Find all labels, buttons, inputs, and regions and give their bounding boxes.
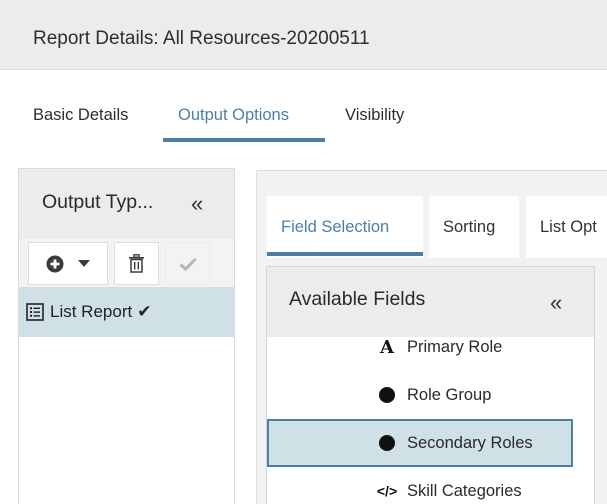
output-types-title: Output Typ... [42,191,154,213]
modal-title: Report Details: All Resources-20200511 [33,28,370,49]
field-item-secondary-roles[interactable]: Secondary Roles [267,419,573,467]
subtab-field-selection-label: Field Selection [281,217,390,236]
available-fields-title: Available Fields [289,288,426,310]
field-item-role-group[interactable]: Role Group [267,371,573,419]
check-icon [178,257,197,271]
tab-basic-details[interactable]: Basic Details [33,106,128,125]
field-label: Skill Categories [407,481,522,500]
main-tabbar: Basic Details Output Options Visibility [10,70,607,148]
active-tab-indicator [163,138,325,142]
field-options-panel: Field Selection Sorting List Opt Availab… [256,170,607,504]
modal-header: Report Details: All Resources-20200511 [0,0,607,70]
field-label: Secondary Roles [407,433,533,452]
subtab-field-selection[interactable]: Field Selection [267,196,423,258]
caret-down-icon [78,259,90,268]
available-fields-panel: Available Fields « A Primary Role Role G… [266,266,595,504]
selected-check-icon: ✔ [137,302,152,321]
output-type-label: List Report [50,302,133,321]
subtab-list-options-label: List Opt [540,217,597,236]
tab-visibility[interactable]: Visibility [345,106,404,125]
fields-scrollbar[interactable] [573,337,594,504]
text-type-icon: A [380,337,394,358]
field-item-primary-role[interactable]: A Primary Role [267,337,573,371]
dot-icon [377,385,397,405]
list-icon [26,303,44,321]
subtab-sorting[interactable]: Sorting [429,196,519,258]
confirm-output-type-button[interactable] [165,242,210,285]
output-type-item-list-report[interactable]: List Report ✔ [19,287,234,337]
output-types-panel: Output Typ... « List Report ✔ [18,168,235,504]
add-output-type-button[interactable] [28,242,108,285]
field-label: Primary Role [407,337,503,356]
tab-output-options[interactable]: Output Options [178,106,289,125]
field-item-skill-categories[interactable]: </> Skill Categories [267,467,573,504]
dot-icon [377,433,397,453]
output-types-toolbar [19,239,234,287]
code-icon: </> [376,483,398,499]
subtab-sorting-label: Sorting [443,217,496,236]
trash-icon [128,254,145,273]
output-types-header: Output Typ... « [19,169,234,239]
field-label: Role Group [407,385,492,404]
delete-output-type-button[interactable] [114,242,159,285]
available-fields-list: A Primary Role Role Group Secondary Role… [267,337,573,504]
available-fields-header: Available Fields « [267,267,594,337]
collapse-fields-icon[interactable]: « [550,292,562,314]
active-subtab-indicator [267,252,423,256]
collapse-left-icon[interactable]: « [191,193,203,215]
plus-circle-icon [46,255,64,273]
subtab-list-options[interactable]: List Opt [526,196,607,258]
